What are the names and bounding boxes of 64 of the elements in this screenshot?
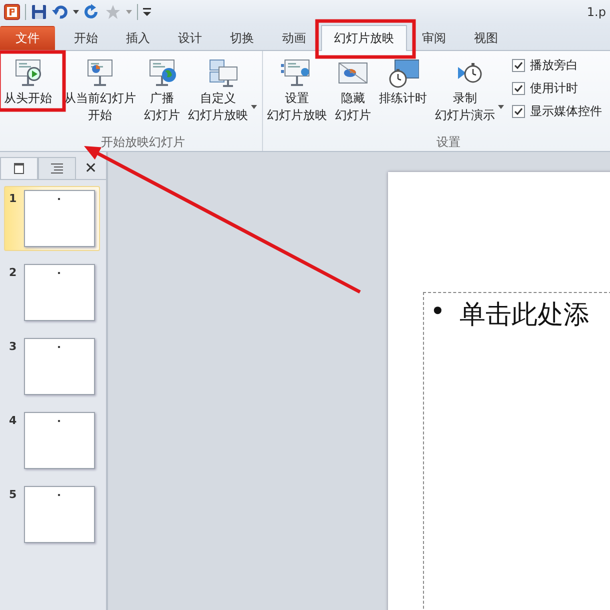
- ribbon-tab[interactable]: 视图: [461, 26, 511, 50]
- bullet: •: [430, 297, 446, 329]
- ribbon-button[interactable]: 自定义 幻灯片放映: [186, 55, 259, 127]
- slide-icon: [14, 163, 24, 174]
- undo-icon[interactable]: [52, 4, 68, 20]
- slide-thumbnail-item[interactable]: 2: [4, 260, 100, 325]
- slide-thumbnail-item[interactable]: 1: [4, 186, 100, 251]
- outline-icon: [51, 163, 63, 174]
- ribbon-button[interactable]: 从头开始: [2, 55, 54, 110]
- ribbon-tab[interactable]: 切换: [217, 26, 267, 50]
- caret-icon: [73, 10, 79, 14]
- slides-tab[interactable]: [0, 157, 38, 179]
- ribbon-button[interactable]: 隐藏 幻灯片: [333, 55, 373, 127]
- stopwatch-screen-icon: [387, 58, 419, 88]
- close-button[interactable]: ✕: [76, 157, 106, 179]
- ribbon-tab[interactable]: 开始: [61, 26, 111, 50]
- checkbox-label: 显示媒体控件: [530, 103, 602, 120]
- file-menu-button[interactable]: 文件: [0, 26, 55, 50]
- checkbox[interactable]: [512, 105, 525, 118]
- slide-thumbnail: [24, 264, 95, 321]
- ribbon-button[interactable]: 广播 幻灯片: [142, 55, 182, 127]
- ribbon-button[interactable]: 从当前幻灯片 开始: [62, 55, 138, 127]
- ribbon-button[interactable]: 排练计时: [377, 55, 429, 110]
- customize-icon[interactable]: [143, 7, 151, 17]
- slide-thumbnail-item[interactable]: 4: [4, 408, 100, 473]
- slide-number: 4: [9, 413, 17, 429]
- star-icon[interactable]: [105, 4, 121, 20]
- slide-number: 5: [9, 487, 17, 503]
- slide-number: 3: [9, 339, 17, 355]
- ribbon-tab[interactable]: 动画: [269, 26, 319, 50]
- check-icon: [514, 61, 523, 70]
- app-logo-icon: [4, 4, 20, 20]
- slide-thumbnail: [24, 338, 95, 395]
- ribbon-tab[interactable]: 设计: [165, 26, 215, 50]
- group-label: 设置: [436, 134, 462, 151]
- window-title: 1.p: [586, 5, 606, 19]
- save-icon[interactable]: [31, 4, 47, 20]
- slide-thumbnail-item[interactable]: 5: [4, 482, 100, 547]
- redo-icon[interactable]: [84, 4, 100, 20]
- check-icon: [514, 84, 523, 93]
- caret-icon: [126, 10, 132, 14]
- ribbon-tab[interactable]: 审阅: [409, 26, 459, 50]
- slide-number: 1: [9, 191, 17, 207]
- slide-number: 2: [9, 265, 17, 281]
- ribbon-button[interactable]: 录制 幻灯片演示: [433, 55, 506, 127]
- checkbox[interactable]: [512, 82, 525, 95]
- placeholder-text: 单击此处添: [459, 299, 590, 332]
- slides-stack-icon: [206, 58, 238, 88]
- outline-tab[interactable]: [38, 157, 76, 179]
- text-placeholder[interactable]: • 单击此处添: [423, 292, 610, 610]
- slide-thumbnail-item[interactable]: 3: [4, 334, 100, 399]
- checkbox-label: 使用计时: [530, 80, 578, 97]
- slide-thumbnail: [24, 190, 95, 247]
- check-icon: [514, 107, 523, 116]
- ribbon-tab[interactable]: 插入: [113, 26, 163, 50]
- slide-thumbnail: [24, 486, 95, 543]
- ribbon-tab[interactable]: 幻灯片放映: [321, 25, 407, 51]
- slide-thumbnail: [24, 412, 95, 469]
- caret-icon: [251, 105, 257, 109]
- checkbox-label: 播放旁白: [530, 57, 578, 74]
- caret-icon: [498, 105, 504, 109]
- group-label: 开始放映幻灯片: [100, 134, 186, 151]
- checkbox[interactable]: [512, 59, 525, 72]
- ribbon-button[interactable]: 设置 幻灯片放映: [265, 55, 329, 127]
